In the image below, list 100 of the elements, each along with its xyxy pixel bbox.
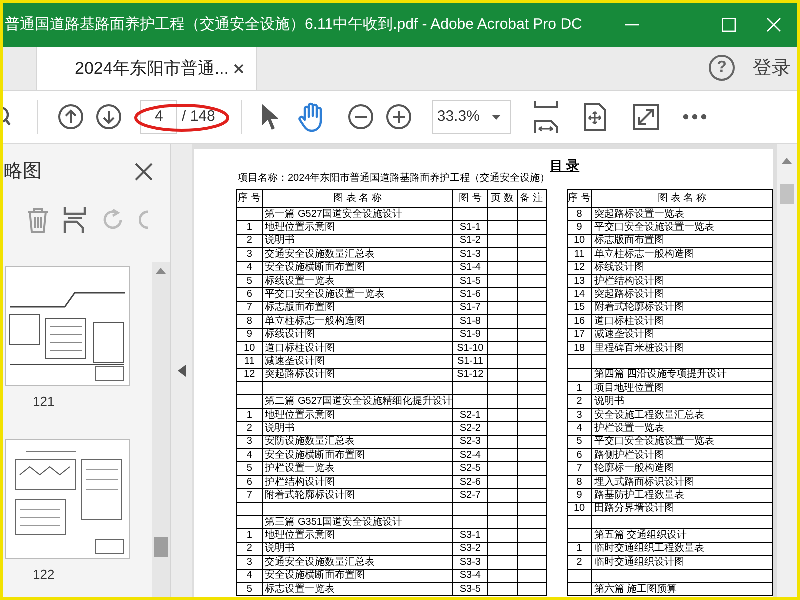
close-icon[interactable] [135,163,153,181]
collapse-arrow-icon[interactable] [178,364,186,376]
section-title: 第二篇 G527国道安全设施精细化提升设计 [262,394,453,408]
table-cell: 5 [567,435,592,449]
page-total: / 148 [182,106,216,127]
page-number-field[interactable]: 4 [140,100,177,134]
page-move-icon[interactable] [583,102,608,132]
table-cell: 14 [567,288,592,302]
table-cell: 轮廓标一般构造图 [592,462,772,476]
table-cell: S2-4 [452,448,488,462]
table-cell: 1 [236,528,263,542]
table-cell: 3 [567,408,592,422]
table-cell: 田路分界墙设计图 [592,502,772,516]
table-cell: S2-1 [452,408,488,422]
panel-scrollbar[interactable] [152,262,170,597]
table-cell: 护栏设置一览表 [262,462,453,476]
table-cell: 10 [236,341,263,355]
table-cell: 说明书 [262,422,453,436]
table-cell: 平交口安全设施设置一览表 [592,435,772,449]
table-cell: 6 [236,288,263,302]
table-cell: 3 [236,435,263,449]
table-cell: 9 [236,328,263,342]
more-icon[interactable] [683,114,708,120]
table-cell: S3-3 [452,556,488,570]
table-cell: 平交口安全设施设置一览表 [262,288,453,302]
table-cell: 10 [567,502,592,516]
table-cell: 16 [567,314,592,328]
table-cell: 2 [567,394,592,408]
table-cell: 突起路标设置一览表 [592,208,772,221]
table-cell: S1-1 [452,220,488,234]
table-cell: 突起路标设计图 [262,368,453,382]
table-cell: 2 [567,556,592,570]
trash-icon[interactable] [27,207,49,233]
fit-page-icon[interactable] [533,100,560,134]
table-cell: 2 [236,234,263,248]
table-cell: S2-3 [452,435,488,449]
table-cell: 临时交通组织工程数量表 [592,542,772,556]
table-cell: S1-3 [452,248,488,262]
table-cell: 1 [236,408,263,422]
table-cell: 单立柱标志一般构造图 [592,248,772,262]
maximize-icon[interactable] [722,18,736,32]
table-cell: 9 [567,220,592,234]
table-cell: S2-7 [452,488,488,502]
table-cell: 6 [567,448,592,462]
table-cell: 交通安全设施数量汇总表 [262,248,453,262]
table-cell: 8 [567,208,592,221]
table-cell: 标线设置一览表 [262,274,453,288]
zoom-dropdown[interactable]: 33.3% [432,100,512,134]
table-cell: 标志设置一览表 [262,582,453,596]
section-title: 第五篇 交通组织设计 [592,528,772,542]
table-cell: S2-5 [452,462,488,476]
table-cell: 说明书 [262,542,453,556]
table-cell: 5 [236,462,263,476]
next-page-icon[interactable] [96,104,122,130]
help-button[interactable]: ? [709,55,735,81]
column-header: 序 号 [567,190,592,208]
panel-title: 略图 [3,160,43,184]
column-header: 图 号 [452,190,488,208]
document-scrollbar[interactable] [777,144,797,597]
document-tab[interactable]: 2024年东阳市普通... [36,47,257,90]
section-title: 第六篇 施工图预算 [592,582,772,596]
page-thumbnail[interactable] [5,266,130,386]
table-cell: 项目地理位置图 [592,382,772,395]
table-cell: 4 [236,448,263,462]
zoom-out-icon[interactable] [348,104,374,130]
minimize-icon[interactable] [625,24,639,26]
table-cell: 7 [236,488,263,502]
table-cell: 安全设施横断面布置图 [262,448,453,462]
table-cell: 4 [567,422,592,436]
scrollbar-thumb[interactable] [780,184,794,204]
previous-page-icon[interactable] [58,104,84,130]
full-screen-icon[interactable] [633,104,660,130]
scroll-up-arrow-icon[interactable] [156,268,166,274]
table-cell: 埋入式路面标识设计图 [592,475,772,489]
table-cell: S3-5 [452,582,488,596]
page-number-label: 121 [33,394,55,409]
search-icon[interactable] [3,107,12,127]
table-cell: 安防设施数量汇总表 [262,435,453,449]
table-cell: 标志版面布置图 [592,234,772,248]
table-cell: 说明书 [592,394,772,408]
zoom-in-icon[interactable] [386,104,412,130]
sign-in-link[interactable]: 登录 [753,54,797,83]
column-header: 备 注 [517,190,546,208]
table-cell: 5 [236,582,263,596]
table-cell: S1-10 [452,341,488,355]
insert-page-icon[interactable] [63,206,87,234]
table-cell: 地理位置示意图 [262,220,453,234]
table-cell: 道口标柱设计图 [262,341,453,355]
section-title: 第一篇 G527国道安全设施设计 [262,208,453,221]
close-icon[interactable] [234,64,244,74]
pointer-icon[interactable] [260,103,278,131]
scroll-up-arrow-icon[interactable] [782,158,792,164]
table-cell: 安全设施工程数量汇总表 [592,408,772,422]
table-cell: 10 [567,234,592,248]
table-cell: 8 [567,475,592,489]
page-thumbnail[interactable] [5,439,130,559]
scrollbar-thumb[interactable] [154,537,168,557]
column-header: 页 数 [488,190,517,208]
table-cell: 4 [236,261,263,274]
table-cell: 护栏结构设计图 [592,274,772,288]
